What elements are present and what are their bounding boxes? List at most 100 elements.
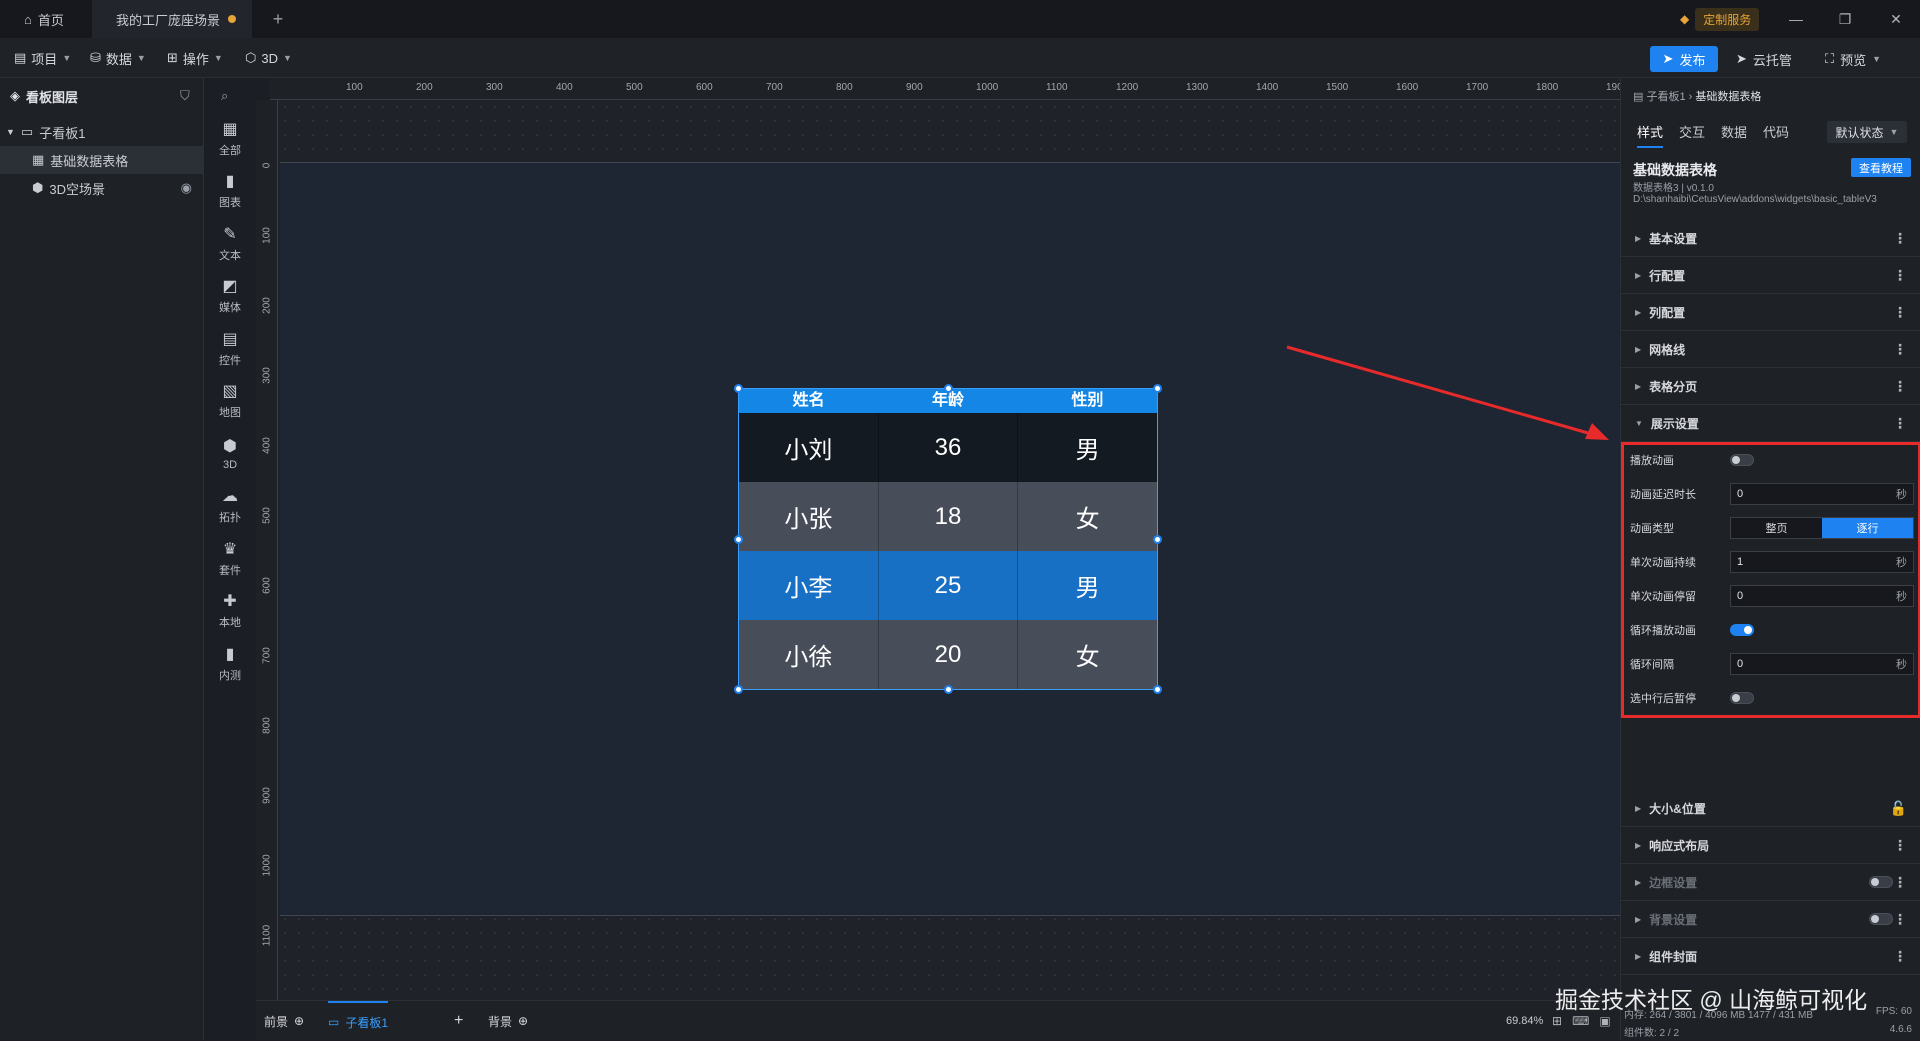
resize-handle[interactable] [944,384,953,393]
menu-project[interactable]: ▤ 项目 ▼ [14,38,71,78]
menu-3d[interactable]: ⬡ 3D ▼ [245,38,292,78]
delay-input[interactable]: 0秒 [1730,483,1914,505]
section-display[interactable]: ▼ 展示设置 ⋮ [1621,405,1920,442]
terminal-icon[interactable]: ▣ [1599,1014,1610,1028]
filter-icon[interactable]: ⛉ [180,88,190,104]
resize-handle[interactable] [1153,685,1162,694]
table-row[interactable]: 小徐 20 女 [739,620,1157,689]
keyboard-icon[interactable]: ⌨ [1572,1014,1589,1028]
preview-button[interactable]: ⛶ 预览 ▼ [1825,46,1881,72]
layer-item-board[interactable]: ▼ ▭ 子看板1 [0,118,204,146]
loop-animation-toggle[interactable] [1730,624,1754,636]
caret-right-icon: ▶ [1635,803,1642,813]
more-icon[interactable]: ⋮ [1893,911,1907,928]
section-grid-lines[interactable]: ▶ 网格线 ⋮ [1621,331,1920,368]
tab-data[interactable]: 数据 [1721,122,1747,148]
lock-icon[interactable]: 🔓 [1890,800,1907,817]
layer-item-table[interactable]: ▦ 基础数据表格 [0,146,204,174]
more-icon[interactable]: ⋮ [1893,837,1907,854]
state-select[interactable]: 默认状态 ▼ [1827,121,1907,143]
border-toggle[interactable] [1869,876,1893,888]
category-beta[interactable]: ▮ 内测 [204,639,256,687]
background-tab[interactable]: 背景 ⊕ [488,1001,528,1041]
anim-type-row[interactable]: 逐行 [1822,518,1913,538]
section-responsive[interactable]: ▶ 响应式布局 ⋮ [1621,827,1920,864]
foreground-tab[interactable]: 前景 ⊕ [264,1001,304,1041]
more-icon[interactable]: ⋮ [1893,267,1907,284]
interval-input[interactable]: 0秒 [1730,653,1914,675]
more-icon[interactable]: ⋮ [1893,948,1907,965]
tab-scene[interactable]: 我的工厂庞座场景 [92,0,252,38]
menu-operate[interactable]: ⊞ 操作 ▼ [167,38,223,78]
tab-home[interactable]: ⌂ 首页 [0,0,92,38]
table-row[interactable]: 小李 25 男 [739,551,1157,620]
caret-right-icon: ▶ [1635,840,1642,850]
category-map[interactable]: ▧ 地图 [204,377,256,425]
category-local[interactable]: ✚ 本地 [204,587,256,635]
close-button[interactable]: ✕ [1876,0,1916,38]
category-3d[interactable]: ⬢ 3D [204,429,256,477]
category-topology[interactable]: ☁ 拓扑 [204,482,256,530]
minimize-button[interactable]: — [1776,0,1816,38]
ruler-label: 1800 [1536,82,1559,93]
more-icon[interactable]: ⋮ [1893,341,1907,358]
more-icon[interactable]: ⋮ [1893,378,1907,395]
basic-data-table-widget[interactable]: 姓名 年龄 性别 小刘 36 男 小张 18 女 小李 25 男 小徐 20 女 [734,384,1162,694]
more-icon[interactable]: ⋮ [1893,230,1907,247]
layer-item-3d-scene[interactable]: ⬢ 3D空场景 ◉ [0,174,204,202]
board-tab[interactable]: ▭ 子看板1 [328,1001,389,1041]
resize-handle[interactable] [734,535,743,544]
ruler-label: 1600 [1396,82,1419,93]
add-circle-icon[interactable]: ⊕ [294,1014,304,1028]
section-background[interactable]: ▶ 背景设置 ⋮ [1621,901,1920,938]
resize-handle[interactable] [734,685,743,694]
fit-screen-icon[interactable]: ⊞ [1552,1014,1562,1028]
search-icon[interactable]: ⌕ [221,88,228,104]
stay-input[interactable]: 0秒 [1730,585,1914,607]
section-cover[interactable]: ▶ 组件封面 ⋮ [1621,938,1920,975]
section-column-config[interactable]: ▶ 列配置 ⋮ [1621,294,1920,331]
play-animation-toggle[interactable] [1730,454,1754,466]
more-icon[interactable]: ⋮ [1893,304,1907,321]
category-media[interactable]: ◩ 媒体 [204,272,256,320]
zoom-level[interactable]: 69.84% [1506,1015,1543,1027]
tab-style[interactable]: 样式 [1637,122,1664,148]
menu-data[interactable]: ⛁ 数据 ▼ [90,38,146,78]
anim-type-page[interactable]: 整页 [1731,518,1822,538]
ruler-label: 500 [261,507,273,524]
section-pagination[interactable]: ▶ 表格分页 ⋮ [1621,368,1920,405]
background-toggle[interactable] [1869,913,1893,925]
duration-input[interactable]: 1秒 [1730,551,1914,573]
category-all[interactable]: ▦ 全部 [204,114,256,162]
chevron-down-icon: ▼ [282,53,292,63]
ruler-horizontal: 100 200 300 400 500 600 700 800 900 1000 1100 1200 1… [270,78,1628,100]
table-row[interactable]: 小刘 36 男 [739,413,1157,482]
table-row[interactable]: 小张 18 女 [739,482,1157,551]
section-border[interactable]: ▶ 边框设置 ⋮ [1621,864,1920,901]
category-text[interactable]: ✎ 文本 [204,219,256,267]
eye-hidden-icon[interactable]: ◉ [181,180,192,196]
category-control[interactable]: ▤ 控件 [204,324,256,372]
resize-handle[interactable] [734,384,743,393]
more-icon[interactable]: ⋮ [1893,415,1907,432]
cloud-hosting-button[interactable]: ➤ 云托管 [1736,46,1792,72]
publish-button[interactable]: ➤ 发布 [1650,46,1718,72]
custom-service-button[interactable]: ◆ 定制服务 [1680,7,1760,31]
tab-interaction[interactable]: 交互 [1679,122,1705,148]
add-tab-button[interactable]: + [266,0,290,38]
more-icon[interactable]: ⋮ [1893,874,1907,891]
category-chart[interactable]: ▮ 图表 [204,167,256,215]
tab-code[interactable]: 代码 [1763,122,1789,148]
pause-on-select-toggle[interactable] [1730,692,1754,704]
view-tutorial-button[interactable]: 查看教程 [1851,158,1911,177]
section-row-config[interactable]: ▶ 行配置 ⋮ [1621,257,1920,294]
resize-handle[interactable] [1153,535,1162,544]
category-kit[interactable]: ♛ 套件 [204,534,256,582]
section-basic[interactable]: ▶ 基本设置 ⋮ [1621,220,1920,257]
add-circle-icon[interactable]: ⊕ [518,1014,528,1028]
resize-handle[interactable] [1153,384,1162,393]
add-board-button[interactable]: + [454,1001,463,1041]
resize-handle[interactable] [944,685,953,694]
restore-button[interactable]: ❐ [1825,0,1865,38]
section-size-position[interactable]: ▶ 大小&位置 🔓 [1621,790,1920,827]
